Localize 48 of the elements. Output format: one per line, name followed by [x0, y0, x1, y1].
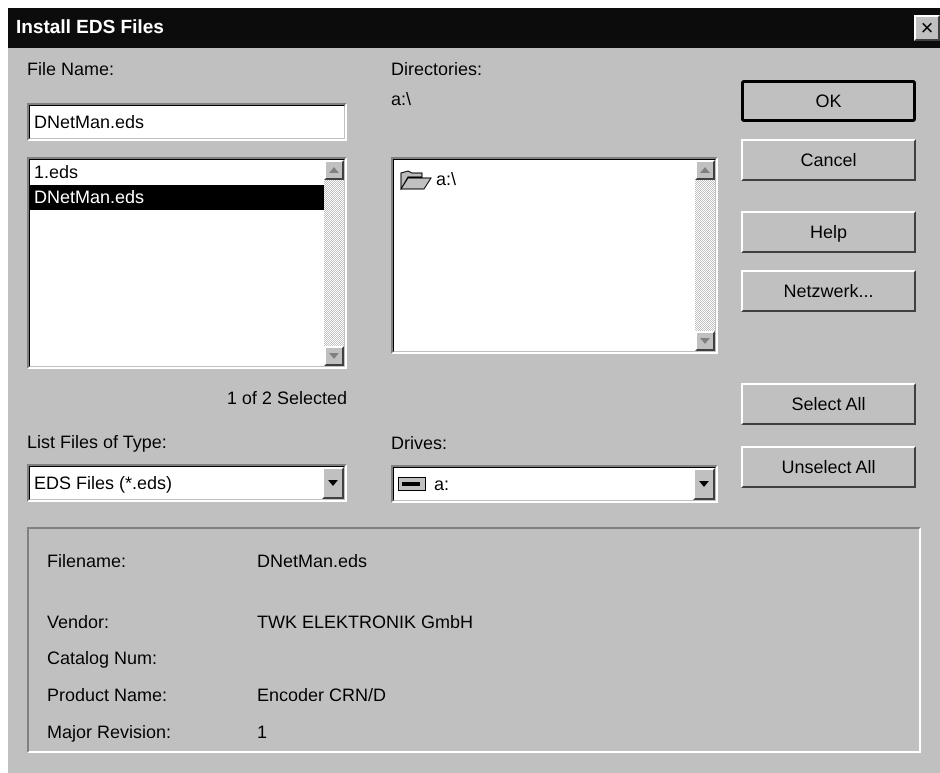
field-label: Drives:	[391, 432, 448, 455]
drives-dropdown[interactable]: a:	[391, 465, 718, 503]
info-label: Vendor:	[47, 610, 110, 634]
dialog-button[interactable]: OK	[741, 80, 916, 122]
dialog-button[interactable]: Select All	[741, 383, 916, 425]
info-label: Product Name:	[47, 684, 168, 708]
scroll-down-button[interactable]	[324, 346, 344, 366]
info-value: TWK ELEKTRONIK GmbH	[257, 610, 474, 634]
file-list-item[interactable]: DNetMan.eds	[30, 185, 324, 210]
field-label: File Name:	[27, 58, 116, 81]
dialog-button[interactable]: Unselect All	[741, 446, 916, 488]
combo-value: a:	[434, 472, 450, 496]
scroll-up-button[interactable]	[695, 160, 715, 180]
dialog-button[interactable]: Help	[741, 211, 916, 253]
dialog-button[interactable]: Cancel	[741, 139, 916, 181]
dropdown-button[interactable]	[693, 468, 715, 500]
up-arrow-icon	[329, 167, 339, 173]
caret-icon	[699, 481, 709, 487]
dropdown-button[interactable]	[322, 467, 344, 499]
folder-icon	[400, 170, 432, 190]
drive-icon	[398, 477, 426, 491]
scrollbar[interactable]	[324, 160, 344, 366]
field-label: Directories:	[391, 58, 484, 81]
combo-value: EDS Files (*.eds)	[34, 472, 172, 495]
info-value: DNetMan.eds	[257, 550, 368, 573]
selection-count: 1 of 2 Selected	[226, 387, 347, 410]
info-value: 1	[257, 721, 268, 744]
info-label: Major Revision:	[47, 721, 172, 744]
info-value: Encoder CRN/D	[257, 684, 386, 708]
scrollbar[interactable]	[695, 160, 715, 351]
caret-icon	[328, 480, 338, 486]
directory-item[interactable]: a:\	[400, 166, 695, 193]
window-title: Install EDS Files	[16, 16, 164, 40]
file-list[interactable]: 1.eds DNetMan.eds	[27, 157, 347, 369]
file-list-item[interactable]: 1.eds	[30, 160, 324, 185]
field-label: List Files of Type:	[27, 431, 168, 454]
file-type-dropdown[interactable]: EDS Files (*.eds)	[27, 464, 347, 502]
dialog-button[interactable]: Netzwerk...	[741, 270, 916, 312]
up-arrow-icon	[700, 167, 710, 173]
directory-list[interactable]: a:\	[391, 157, 718, 354]
close-button[interactable]: ×	[914, 15, 940, 41]
info-label: Catalog Num:	[47, 647, 158, 670]
down-arrow-icon	[329, 353, 339, 359]
scroll-up-button[interactable]	[324, 160, 344, 180]
info-label: Filename:	[47, 550, 128, 573]
current-directory: a:\	[391, 88, 412, 111]
down-arrow-icon	[700, 338, 710, 344]
scroll-down-button[interactable]	[695, 331, 715, 351]
